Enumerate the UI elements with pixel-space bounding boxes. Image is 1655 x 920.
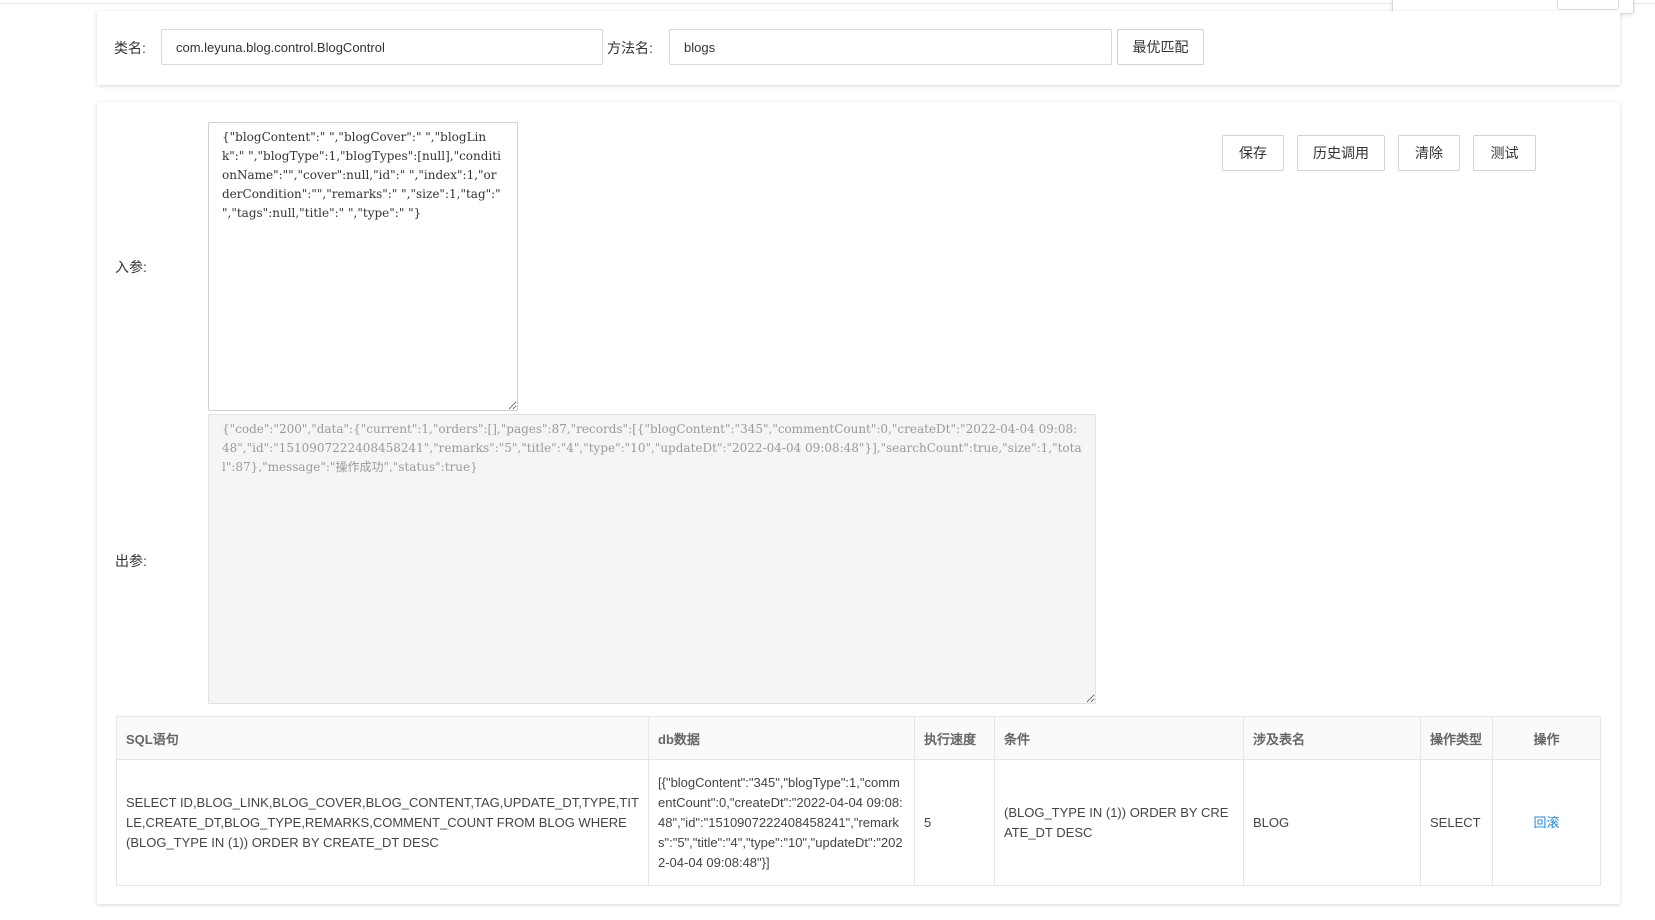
header-db-data: db数据 bbox=[648, 716, 915, 760]
output-params-label: 出参: bbox=[115, 553, 147, 569]
popup-button-fragment[interactable] bbox=[1557, 0, 1619, 10]
history-button[interactable]: 历史调用 bbox=[1297, 135, 1385, 171]
header-op-type: 操作类型 bbox=[1420, 716, 1493, 760]
header-speed: 执行速度 bbox=[914, 716, 995, 760]
clear-button[interactable]: 清除 bbox=[1398, 135, 1460, 171]
test-button[interactable]: 测试 bbox=[1473, 135, 1536, 171]
input-params-label: 入参: bbox=[115, 259, 147, 275]
table-header-row: SQL语句 db数据 执行速度 条件 涉及表名 操作类型 操作 bbox=[116, 716, 1601, 760]
cell-condition: (BLOG_TYPE IN (1)) ORDER BY CREATE_DT DE… bbox=[994, 759, 1244, 886]
method-name-label: 方法名: bbox=[607, 40, 653, 56]
header-sql: SQL语句 bbox=[116, 716, 649, 760]
input-params-textarea[interactable] bbox=[208, 122, 518, 411]
header-condition: 条件 bbox=[994, 716, 1244, 760]
sql-table: SQL语句 db数据 执行速度 条件 涉及表名 操作类型 操作 SELECT I… bbox=[116, 716, 1601, 886]
class-name-label: 类名: bbox=[114, 40, 146, 56]
save-button[interactable]: 保存 bbox=[1222, 135, 1284, 171]
cell-sql: SELECT ID,BLOG_LINK,BLOG_COVER,BLOG_CONT… bbox=[116, 759, 649, 886]
table-row: SELECT ID,BLOG_LINK,BLOG_COVER,BLOG_CONT… bbox=[116, 759, 1601, 886]
cell-db-data: [{"blogContent":"345","blogType":1,"comm… bbox=[648, 759, 915, 886]
method-name-input[interactable] bbox=[669, 29, 1112, 65]
output-params-textarea[interactable] bbox=[208, 414, 1096, 704]
cell-op-type: SELECT bbox=[1420, 759, 1493, 886]
class-name-input[interactable] bbox=[161, 29, 603, 65]
rollback-link[interactable]: 回滚 bbox=[1533, 815, 1559, 830]
cell-table-name: BLOG bbox=[1243, 759, 1421, 886]
header-action: 操作 bbox=[1492, 716, 1601, 760]
header-table-name: 涉及表名 bbox=[1243, 716, 1421, 760]
best-match-button[interactable]: 最优匹配 bbox=[1117, 29, 1204, 65]
cell-speed: 5 bbox=[914, 759, 995, 886]
cell-action: 回滚 bbox=[1492, 759, 1601, 886]
